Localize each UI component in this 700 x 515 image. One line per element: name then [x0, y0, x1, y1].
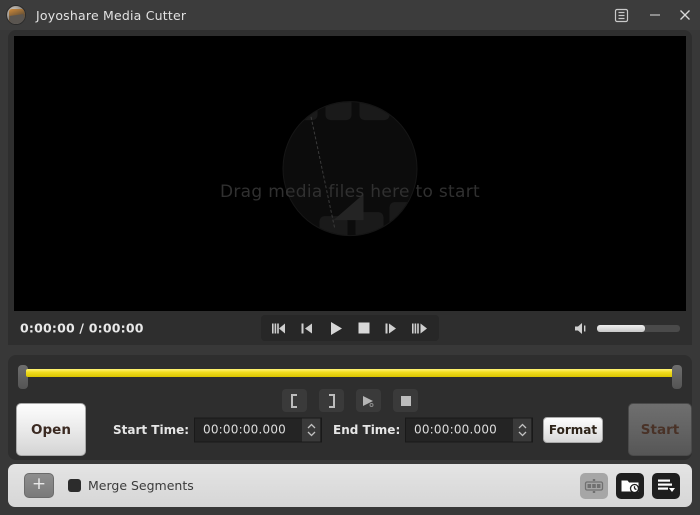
app-window: Joyoshare Media Cutter Drag media files … — [0, 0, 700, 515]
end-time-value: 00:00:00.000 — [414, 422, 498, 437]
close-icon[interactable] — [670, 0, 700, 30]
volume-control[interactable] — [574, 321, 680, 335]
start-time-input[interactable]: 00:00:00.000 — [194, 417, 322, 442]
edit-panel: Open Start Time: 00:00:00.000 End Time: … — [8, 355, 692, 460]
skip-back-fast-icon[interactable] — [267, 318, 293, 338]
output-folder-icon[interactable] — [616, 472, 644, 499]
end-time-label: End Time: — [333, 422, 401, 437]
start-time-label: Start Time: — [113, 422, 190, 437]
step-forward-icon[interactable] — [379, 318, 405, 338]
skip-forward-fast-icon[interactable] — [407, 318, 433, 338]
open-button[interactable]: Open — [16, 403, 86, 456]
format-button[interactable]: Format — [543, 416, 603, 443]
timeline-scrubber[interactable] — [18, 365, 682, 389]
window-title: Joyoshare Media Cutter — [36, 7, 187, 23]
edit-form-row: Open Start Time: 00:00:00.000 End Time: … — [8, 399, 692, 460]
bottom-icon-group — [580, 472, 680, 499]
task-list-icon[interactable] — [652, 472, 680, 499]
merge-segments-label: Merge Segments — [88, 478, 194, 493]
time-display: 0:00:00 / 0:00:00 — [20, 320, 144, 336]
start-time-value: 00:00:00.000 — [203, 422, 287, 437]
step-back-icon[interactable] — [295, 318, 321, 338]
bottom-bar: + Merge Segments — [8, 464, 692, 507]
timeline-selection-bar[interactable] — [26, 369, 674, 377]
merge-segments-checkbox[interactable] — [68, 479, 81, 492]
trim-end-handle[interactable] — [672, 365, 682, 389]
minimize-icon[interactable] — [640, 0, 670, 30]
start-button[interactable]: Start — [628, 403, 692, 456]
play-icon[interactable] — [323, 318, 349, 338]
end-time-input[interactable]: 00:00:00.000 — [405, 417, 533, 442]
volume-level — [597, 324, 646, 332]
transport-bar: 0:00:00 / 0:00:00 — [14, 311, 686, 345]
title-bar: Joyoshare Media Cutter — [0, 0, 700, 30]
film-strip-cut-watermark — [282, 100, 418, 236]
video-drop-area[interactable]: Drag media files here to start — [14, 36, 686, 311]
speaker-icon[interactable] — [574, 321, 590, 335]
add-segment-button[interactable]: + — [24, 473, 54, 498]
volume-slider[interactable] — [597, 324, 680, 332]
merge-segments-option[interactable]: Merge Segments — [68, 478, 194, 493]
end-time-stepper[interactable] — [513, 418, 531, 441]
start-time-stepper[interactable] — [302, 418, 320, 441]
film-reel-icon — [6, 5, 26, 25]
video-panel: Drag media files here to start 0:00:00 /… — [8, 30, 692, 345]
menu-icon[interactable] — [606, 0, 636, 30]
window-controls — [606, 0, 700, 30]
playback-controls — [261, 315, 439, 341]
drop-hint-text: Drag media files here to start — [220, 182, 480, 202]
segments-list-icon[interactable] — [580, 472, 608, 499]
stop-icon[interactable] — [351, 318, 377, 338]
